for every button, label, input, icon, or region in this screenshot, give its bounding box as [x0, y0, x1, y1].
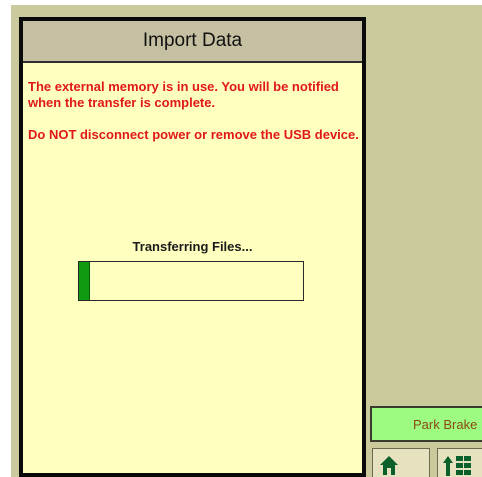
progress-label: Transferring Files... [132, 239, 253, 254]
progress-bar [78, 261, 304, 301]
park-brake-indicator[interactable]: Park Brake [370, 406, 482, 442]
progress-bar-fill [79, 262, 91, 300]
usb-warning: Do NOT disconnect power or remove the US… [28, 127, 359, 142]
message-area: The external memory is in use. You will … [23, 63, 362, 143]
park-brake-label: Park Brake [413, 416, 478, 432]
up-arrow-grid-icon [443, 455, 482, 477]
home-icon [379, 455, 399, 475]
dialog-title: Import Data [23, 21, 362, 63]
transfer-notice: The external memory is in use. You will … [28, 79, 362, 111]
layout-manager-button[interactable] [437, 448, 482, 477]
import-data-dialog: Import Data The external memory is in us… [19, 17, 366, 477]
transfer-notice-line-2: when the transfer is complete. [28, 95, 216, 110]
home-button[interactable] [372, 448, 430, 477]
transfer-notice-line-1: The external memory is in use. You will … [28, 79, 339, 94]
